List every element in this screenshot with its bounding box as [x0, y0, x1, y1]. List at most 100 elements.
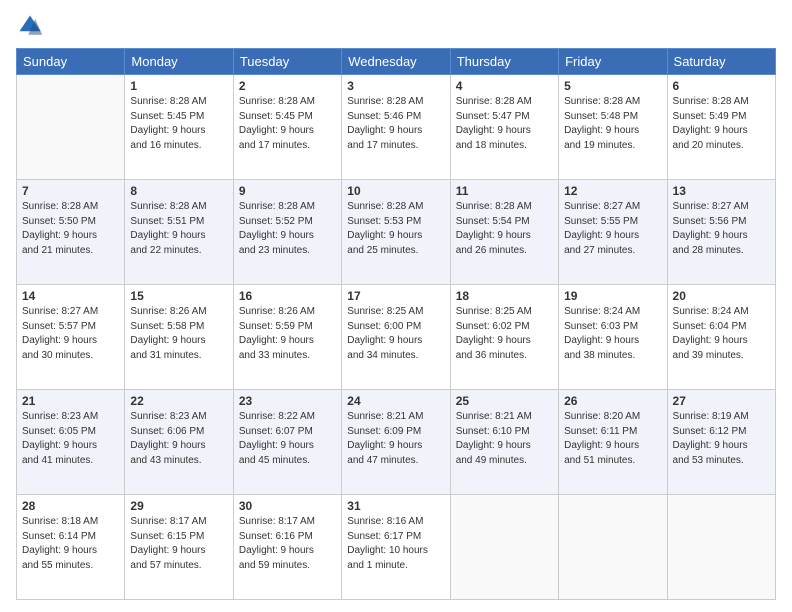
day-info: Sunrise: 8:16 AMSunset: 6:17 PMDaylight:… [347, 515, 444, 573]
day-number: 27 [673, 394, 770, 408]
header [16, 12, 776, 40]
day-number: 21 [22, 394, 119, 408]
day-number: 30 [239, 499, 336, 513]
calendar-header-wednesday: Wednesday [342, 49, 450, 75]
day-info: Sunrise: 8:25 AMSunset: 6:00 PMDaylight:… [347, 305, 444, 363]
day-info: Sunrise: 8:28 AMSunset: 5:53 PMDaylight:… [347, 200, 444, 258]
day-number: 16 [239, 289, 336, 303]
calendar-header-thursday: Thursday [450, 49, 558, 75]
calendar-cell: 27 Sunrise: 8:19 AMSunset: 6:12 PMDayligh… [667, 390, 775, 495]
day-number: 2 [239, 79, 336, 93]
calendar-header-saturday: Saturday [667, 49, 775, 75]
day-info: Sunrise: 8:22 AMSunset: 6:07 PMDaylight:… [239, 410, 336, 468]
logo [16, 12, 48, 40]
calendar-cell: 10 Sunrise: 8:28 AMSunset: 5:53 PMDayligh… [342, 180, 450, 285]
calendar-cell: 12 Sunrise: 8:27 AMSunset: 5:55 PMDayligh… [559, 180, 667, 285]
calendar-cell: 18Sunrise: 8:25 AMSunset: 6:02 PMDayligh… [450, 285, 558, 390]
day-number: 11 [456, 184, 553, 198]
day-number: 3 [347, 79, 444, 93]
day-number: 13 [673, 184, 770, 198]
day-info: Sunrise: 8:28 AMSunset: 5:54 PMDaylight:… [456, 200, 553, 258]
calendar-cell: 8Sunrise: 8:28 AMSunset: 5:51 PMDaylight… [125, 180, 233, 285]
day-number: 6 [673, 79, 770, 93]
day-info: Sunrise: 8:18 AMSunset: 6:14 PMDaylight:… [22, 515, 119, 573]
calendar-cell: 11 Sunrise: 8:28 AMSunset: 5:54 PMDayligh… [450, 180, 558, 285]
calendar-cell: 7 Sunrise: 8:28 AMSunset: 5:50 PMDaylight… [17, 180, 125, 285]
calendar-cell: 17 Sunrise: 8:25 AMSunset: 6:00 PMDayligh… [342, 285, 450, 390]
day-number: 31 [347, 499, 444, 513]
calendar-cell: 9 Sunrise: 8:28 AMSunset: 5:52 PMDaylight… [233, 180, 341, 285]
day-number: 24 [347, 394, 444, 408]
day-info: Sunrise: 8:21 AMSunset: 6:10 PMDaylight:… [456, 410, 553, 468]
day-info: Sunrise: 8:20 AMSunset: 6:11 PMDaylight:… [564, 410, 661, 468]
day-info: Sunrise: 8:26 AMSunset: 5:59 PMDaylight:… [239, 305, 336, 363]
page: SundayMondayTuesdayWednesdayThursdayFrid… [0, 0, 792, 612]
day-number: 15 [130, 289, 227, 303]
day-number: 9 [239, 184, 336, 198]
calendar-cell: 6Sunrise: 8:28 AMSunset: 5:49 PMDaylight… [667, 75, 775, 180]
calendar-cell: 5Sunrise: 8:28 AMSunset: 5:48 PMDaylight… [559, 75, 667, 180]
day-info: Sunrise: 8:21 AMSunset: 6:09 PMDaylight:… [347, 410, 444, 468]
day-number: 5 [564, 79, 661, 93]
day-info: Sunrise: 8:17 AMSunset: 6:15 PMDaylight:… [130, 515, 227, 573]
day-number: 29 [130, 499, 227, 513]
calendar-cell: 2 Sunrise: 8:28 AMSunset: 5:45 PMDaylight… [233, 75, 341, 180]
calendar-cell: 22 Sunrise: 8:23 AMSunset: 6:06 PMDayligh… [125, 390, 233, 495]
day-number: 22 [130, 394, 227, 408]
day-number: 7 [22, 184, 119, 198]
day-info: Sunrise: 8:24 AMSunset: 6:03 PMDaylight:… [564, 305, 661, 363]
calendar-cell: 4Sunrise: 8:28 AMSunset: 5:47 PMDaylight… [450, 75, 558, 180]
day-number: 17 [347, 289, 444, 303]
calendar-week-row: 14 Sunrise: 8:27 AMSunset: 5:57 PMDayligh… [17, 285, 776, 390]
day-info: Sunrise: 8:28 AMSunset: 5:50 PMDaylight:… [22, 200, 119, 258]
day-number: 26 [564, 394, 661, 408]
logo-icon [16, 12, 44, 40]
day-number: 12 [564, 184, 661, 198]
day-number: 8 [130, 184, 227, 198]
day-info: Sunrise: 8:17 AMSunset: 6:16 PMDaylight:… [239, 515, 336, 573]
day-number: 28 [22, 499, 119, 513]
day-number: 18 [456, 289, 553, 303]
day-info: Sunrise: 8:23 AMSunset: 6:05 PMDaylight:… [22, 410, 119, 468]
day-number: 20 [673, 289, 770, 303]
calendar-cell: 14 Sunrise: 8:27 AMSunset: 5:57 PMDayligh… [17, 285, 125, 390]
calendar-cell: 31 Sunrise: 8:16 AMSunset: 6:17 PMDayligh… [342, 495, 450, 600]
day-info: Sunrise: 8:28 AMSunset: 5:52 PMDaylight:… [239, 200, 336, 258]
calendar-cell [17, 75, 125, 180]
calendar-cell: 30 Sunrise: 8:17 AMSunset: 6:16 PMDayligh… [233, 495, 341, 600]
calendar-cell: 1Sunrise: 8:28 AMSunset: 5:45 PMDaylight… [125, 75, 233, 180]
calendar-week-row: 28 Sunrise: 8:18 AMSunset: 6:14 PMDayligh… [17, 495, 776, 600]
calendar-week-row: 1Sunrise: 8:28 AMSunset: 5:45 PMDaylight… [17, 75, 776, 180]
calendar-cell: 15 Sunrise: 8:26 AMSunset: 5:58 PMDayligh… [125, 285, 233, 390]
calendar-header-monday: Monday [125, 49, 233, 75]
day-info: Sunrise: 8:27 AMSunset: 5:57 PMDaylight:… [22, 305, 119, 363]
calendar-header-sunday: Sunday [17, 49, 125, 75]
day-info: Sunrise: 8:28 AMSunset: 5:46 PMDaylight:… [347, 95, 444, 153]
calendar-cell: 21 Sunrise: 8:23 AMSunset: 6:05 PMDayligh… [17, 390, 125, 495]
calendar-cell: 24 Sunrise: 8:21 AMSunset: 6:09 PMDayligh… [342, 390, 450, 495]
calendar-cell: 23Sunrise: 8:22 AMSunset: 6:07 PMDayligh… [233, 390, 341, 495]
day-info: Sunrise: 8:19 AMSunset: 6:12 PMDaylight:… [673, 410, 770, 468]
calendar-header-friday: Friday [559, 49, 667, 75]
day-number: 10 [347, 184, 444, 198]
calendar-cell: 19Sunrise: 8:24 AMSunset: 6:03 PMDayligh… [559, 285, 667, 390]
calendar-cell: 26 Sunrise: 8:20 AMSunset: 6:11 PMDayligh… [559, 390, 667, 495]
day-info: Sunrise: 8:24 AMSunset: 6:04 PMDaylight:… [673, 305, 770, 363]
day-info: Sunrise: 8:26 AMSunset: 5:58 PMDaylight:… [130, 305, 227, 363]
calendar-cell: 29 Sunrise: 8:17 AMSunset: 6:15 PMDayligh… [125, 495, 233, 600]
day-info: Sunrise: 8:28 AMSunset: 5:45 PMDaylight:… [130, 95, 227, 153]
calendar-cell: 16 Sunrise: 8:26 AMSunset: 5:59 PMDayligh… [233, 285, 341, 390]
calendar-cell [667, 495, 775, 600]
calendar-cell: 28 Sunrise: 8:18 AMSunset: 6:14 PMDayligh… [17, 495, 125, 600]
calendar-table: SundayMondayTuesdayWednesdayThursdayFrid… [16, 48, 776, 600]
calendar-header-tuesday: Tuesday [233, 49, 341, 75]
day-info: Sunrise: 8:28 AMSunset: 5:47 PMDaylight:… [456, 95, 553, 153]
day-info: Sunrise: 8:27 AMSunset: 5:56 PMDaylight:… [673, 200, 770, 258]
calendar-header-row: SundayMondayTuesdayWednesdayThursdayFrid… [17, 49, 776, 75]
day-number: 14 [22, 289, 119, 303]
day-info: Sunrise: 8:23 AMSunset: 6:06 PMDaylight:… [130, 410, 227, 468]
calendar-week-row: 21 Sunrise: 8:23 AMSunset: 6:05 PMDayligh… [17, 390, 776, 495]
day-info: Sunrise: 8:27 AMSunset: 5:55 PMDaylight:… [564, 200, 661, 258]
day-info: Sunrise: 8:28 AMSunset: 5:45 PMDaylight:… [239, 95, 336, 153]
calendar-cell [450, 495, 558, 600]
